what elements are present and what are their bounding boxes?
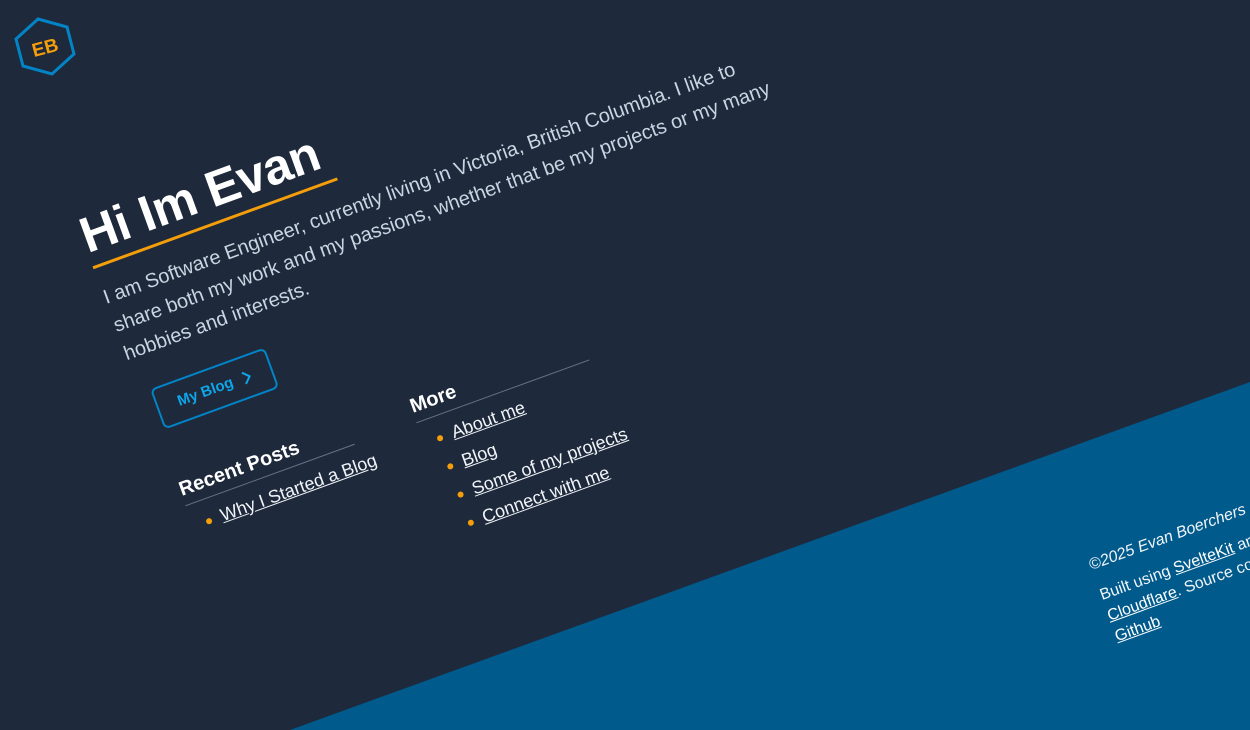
bullet-icon xyxy=(436,434,444,443)
hexagon-logo-icon: EB xyxy=(14,17,76,76)
logo-link[interactable]: EB xyxy=(14,16,76,78)
my-blog-button-label: My Blog xyxy=(175,373,236,410)
recent-posts-section: Recent Posts Why I Started a Blog xyxy=(176,413,381,540)
hero-section: Hi Im Evan I am Software Engineer, curre… xyxy=(72,0,868,434)
chevron-right-icon xyxy=(241,371,252,384)
bullet-icon xyxy=(467,518,475,527)
more-section: More About me Blog Some of my projects C… xyxy=(407,331,642,542)
bullet-icon xyxy=(446,462,455,471)
footer: ©2025 Evan Boerchers Built using SvelteK… xyxy=(1086,453,1250,648)
bullet-icon xyxy=(456,490,465,499)
my-blog-button[interactable]: My Blog xyxy=(149,347,280,430)
page: EB Hi Im Evan I am Software Engineer, cu… xyxy=(0,0,1250,730)
bullet-icon xyxy=(205,517,213,526)
logo-initials: EB xyxy=(30,35,61,62)
